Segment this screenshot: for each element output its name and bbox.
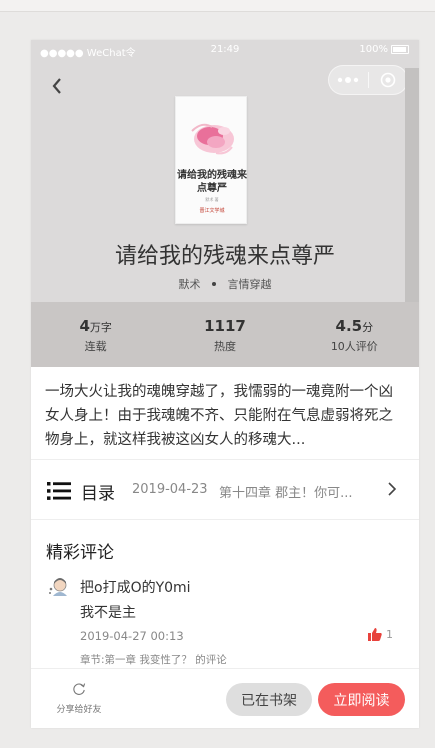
chevron-left-icon bbox=[52, 78, 61, 94]
avatar[interactable] bbox=[47, 576, 69, 598]
comment-username[interactable]: 把o打成O的Y0mi bbox=[80, 577, 191, 597]
book-header: ●●●●● WeChat令 21:49 100% 请给我的残魂来点尊严 默术 著… bbox=[31, 40, 419, 367]
share-icon bbox=[73, 683, 86, 695]
book-genre: 言情穿越 bbox=[227, 278, 272, 291]
comment-chapter: 章节:第一章 我变性了？ 的评论 bbox=[80, 654, 227, 666]
book-intro[interactable]: 一场大火让我的魂魄穿越了，我懦弱的一魂竟附一个凶女人身上！由于我魂魄不齐、只能附… bbox=[45, 380, 401, 452]
cover-illustration bbox=[191, 123, 234, 155]
stat-label: 10人评价 bbox=[330, 339, 378, 353]
stat-rating[interactable]: 4.5分 10人评价 bbox=[290, 302, 419, 367]
close-miniprogram-button[interactable] bbox=[369, 66, 408, 94]
book-meta: 默术 言情穿越 bbox=[31, 276, 419, 292]
comment-time: 2019-04-27 00:13 bbox=[80, 629, 184, 643]
meta-separator-dot bbox=[212, 282, 216, 286]
back-button[interactable] bbox=[45, 74, 69, 98]
stat-label: 热度 bbox=[213, 339, 236, 353]
more-dots-icon bbox=[338, 77, 359, 83]
battery-icon bbox=[391, 45, 409, 54]
bottom-action-bar: 分享给好友 已在书架 立即阅读 bbox=[31, 668, 419, 728]
stat-unit: 万字 bbox=[89, 320, 112, 334]
table-of-contents-row[interactable]: 目录 2019-04-23 第十四章 郡主！你可... bbox=[31, 459, 419, 520]
stat-unit: 分 bbox=[362, 320, 374, 334]
stat-popularity: 1117 热度 bbox=[160, 302, 289, 367]
book-stats: 4万字 连载 1117 热度 4.5分 10人评价 bbox=[31, 302, 419, 367]
read-now-button[interactable]: 立即阅读 bbox=[318, 683, 405, 716]
target-close-icon bbox=[380, 72, 396, 88]
list-icon bbox=[47, 482, 71, 500]
cover-author: 默术 著 bbox=[205, 197, 219, 202]
book-title: 请给我的残魂来点尊严 bbox=[114, 244, 335, 269]
browser-top-strip bbox=[0, 0, 435, 12]
comment-text: 我不是主 bbox=[80, 605, 136, 621]
toc-label: 目录 bbox=[81, 484, 115, 504]
chevron-right-icon bbox=[388, 482, 397, 496]
thumbs-up-icon bbox=[368, 628, 382, 641]
latest-chapter: 第十四章 郡主！你可... bbox=[219, 486, 353, 501]
comments-heading: 精彩评论 bbox=[46, 543, 114, 563]
stat-value: 4 bbox=[79, 316, 90, 335]
miniprogram-capsule bbox=[328, 65, 408, 95]
cover-title: 请给我的残魂来点尊严 bbox=[177, 170, 247, 194]
stat-value: 4.5 bbox=[335, 316, 363, 335]
book-author: 默术 bbox=[178, 278, 201, 291]
stat-label: 连载 bbox=[84, 339, 107, 353]
like-count: 1 bbox=[386, 628, 393, 641]
stat-value: 1117 bbox=[204, 316, 246, 335]
status-bar: ●●●●● WeChat令 21:49 100% bbox=[31, 40, 419, 60]
battery-indicator: 100% bbox=[359, 44, 409, 55]
cover-publisher: 晋江文学城 bbox=[199, 208, 225, 214]
phone-frame: ●●●●● WeChat令 21:49 100% 请给我的残魂来点尊严 默术 著… bbox=[31, 40, 419, 728]
like-button[interactable]: 1 bbox=[368, 628, 393, 641]
battery-percent: 100% bbox=[359, 44, 388, 55]
latest-update-date: 2019-04-23 bbox=[132, 482, 208, 497]
stat-word-count: 4万字 连载 bbox=[31, 302, 160, 367]
share-label: 分享给好友 bbox=[56, 705, 102, 715]
book-cover[interactable]: 请给我的残魂来点尊严 默术 著 晋江文学城 bbox=[175, 96, 247, 224]
more-button[interactable] bbox=[329, 66, 368, 94]
in-bookshelf-button[interactable]: 已在书架 bbox=[226, 683, 312, 716]
share-button[interactable]: 分享给好友 bbox=[49, 681, 109, 715]
